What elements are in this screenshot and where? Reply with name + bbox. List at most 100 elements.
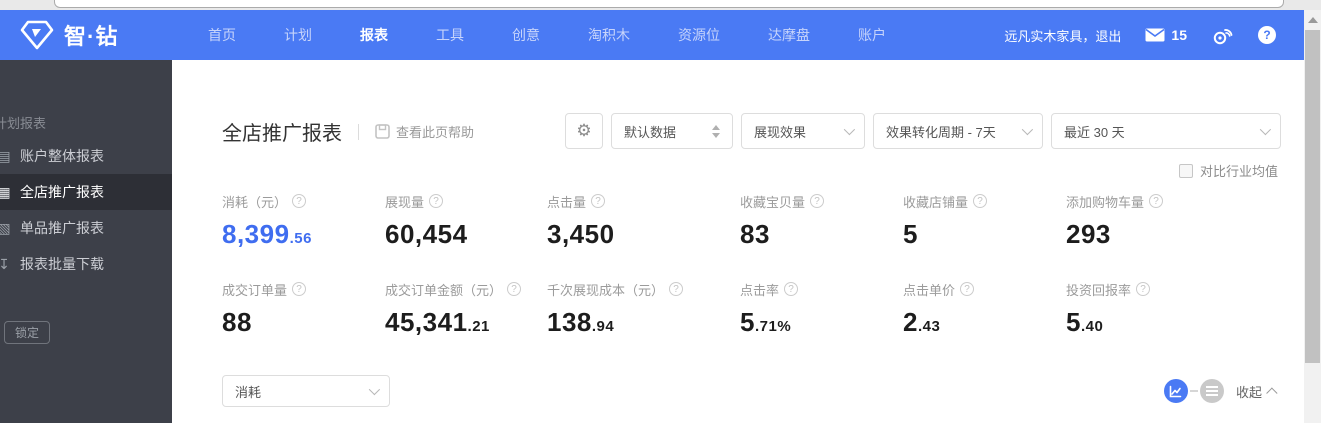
- question-tooltip-icon[interactable]: ?: [591, 194, 606, 208]
- metric-label-text: 成交订单金额（元）: [385, 282, 503, 298]
- weibo-icon[interactable]: [1211, 25, 1234, 45]
- compare-industry-checkbox-row[interactable]: 对比行业均值: [1178, 161, 1278, 180]
- question-tooltip-icon[interactable]: ?: [507, 282, 522, 296]
- sort-arrows-icon: [712, 124, 720, 138]
- question-tooltip-icon[interactable]: ?: [292, 194, 307, 208]
- line-chart-icon: [1170, 385, 1182, 397]
- metric-label: 投资回报率 ?: [1066, 280, 1282, 298]
- chart-metric-value: 消耗: [235, 384, 262, 400]
- metric-value-int: 5: [903, 219, 918, 249]
- question-tooltip-icon[interactable]: ?: [973, 194, 988, 208]
- mail-count-badge: 15: [1171, 27, 1187, 43]
- page-help-link[interactable]: 查看此页帮助: [375, 122, 474, 141]
- metric-label: 消耗（元） ?: [222, 192, 385, 210]
- compare-industry-checkbox[interactable]: [1178, 163, 1193, 178]
- metric-value: 5.40: [1066, 307, 1282, 338]
- top-navbar: 智·钻 首页 计划 报表 工具 创意 淘积木 资源位 达摩盘 账户 远凡实木家具…: [0, 10, 1304, 60]
- question-tooltip-icon[interactable]: ?: [669, 282, 684, 296]
- app-logo[interactable]: 智·钻: [20, 19, 170, 51]
- metric-cell: 千次展现成本（元） ? 138.94: [547, 280, 740, 342]
- nav-item[interactable]: 资源位: [654, 25, 744, 45]
- metric-value-int: 45,341: [385, 307, 468, 337]
- chart-view-toggles: 收起: [1163, 379, 1278, 403]
- account-logout-link[interactable]: 远凡实木家具，退出: [1004, 26, 1121, 45]
- data-mode-select[interactable]: 默认数据: [611, 113, 733, 149]
- metric-cell: 点击单价 ? 2.43: [903, 280, 1066, 342]
- sidebar: 计划报表 ▤ 账户整体报表 ▦ 全店推广报表 ▧ 单品推广报表 ↧ 报表批量下载…: [0, 60, 172, 423]
- collapse-control[interactable]: 收起: [1236, 382, 1278, 401]
- metric-label: 展现量 ?: [385, 192, 547, 210]
- chart-metric-select[interactable]: 消耗: [222, 375, 390, 407]
- metric-value-int: 5: [1066, 307, 1081, 337]
- date-range-select[interactable]: 最近 30 天: [1051, 113, 1281, 149]
- chevron-down-icon: [1021, 123, 1034, 136]
- nav-item[interactable]: 淘积木: [564, 25, 654, 45]
- metric-cell: 成交订单量 ? 88: [222, 280, 385, 342]
- metric-value-int: 293: [1066, 219, 1111, 249]
- metric-label-text: 添加购物车量: [1066, 194, 1145, 210]
- nav-item[interactable]: 达摩盘: [744, 25, 834, 45]
- metric-value: 60,454: [385, 219, 547, 250]
- nav-item[interactable]: 工具: [412, 25, 488, 45]
- metric-cell: 收藏宝贝量 ? 83: [740, 192, 903, 254]
- metric-label: 收藏店铺量 ?: [903, 192, 1066, 210]
- help-icon[interactable]: ?: [1258, 26, 1276, 44]
- metric-label: 成交订单金额（元） ?: [385, 280, 547, 298]
- metric-label: 千次展现成本（元） ?: [547, 280, 740, 298]
- metric-value-decimal: .21: [467, 318, 490, 335]
- effect-type-select[interactable]: 展现效果: [741, 113, 865, 149]
- sidebar-item[interactable]: ↧ 报表批量下载: [0, 246, 172, 282]
- report-icon: ▦: [0, 183, 11, 200]
- question-tooltip-icon[interactable]: ?: [960, 282, 975, 296]
- main-nav: 首页 计划 报表 工具 创意 淘积木 资源位 达摩盘 账户: [184, 25, 910, 45]
- report-icon: ▤: [0, 147, 11, 164]
- nav-item[interactable]: 首页: [184, 25, 260, 45]
- sidebar-menu: ▤ 账户整体报表 ▦ 全店推广报表 ▧ 单品推广报表 ↧ 报表批量下载: [0, 138, 172, 282]
- question-tooltip-icon[interactable]: ?: [292, 282, 307, 296]
- question-tooltip-icon[interactable]: ?: [1149, 194, 1164, 208]
- line-chart-view-toggle[interactable]: [1163, 379, 1188, 403]
- vertical-scrollbar[interactable]: [1304, 10, 1321, 423]
- metric-value-int: 5: [740, 307, 755, 337]
- navbar-right: 远凡实木家具，退出 15 ?: [1004, 25, 1276, 45]
- question-tooltip-icon[interactable]: ?: [810, 194, 825, 208]
- metric-cell: 添加购物车量 ? 293: [1066, 192, 1282, 254]
- scrollbar-up-arrow-icon[interactable]: [1308, 17, 1318, 23]
- conversion-period-value: 效果转化周期 - 7天: [886, 124, 996, 140]
- metric-cell: 投资回报率 ? 5.40: [1066, 280, 1282, 342]
- settings-gear-button[interactable]: ⚙: [565, 113, 603, 149]
- metric-cell: 点击率 ? 5.71%: [740, 280, 903, 342]
- chart-toolbar: 消耗 收起: [172, 375, 1278, 407]
- table-view-toggle[interactable]: [1199, 379, 1224, 403]
- nav-item[interactable]: 计划: [260, 25, 336, 45]
- conversion-period-select[interactable]: 效果转化周期 - 7天: [873, 113, 1043, 149]
- sidebar-item-label: 账户整体报表: [20, 148, 104, 164]
- question-tooltip-icon[interactable]: ?: [784, 282, 799, 296]
- nav-item[interactable]: 报表: [336, 25, 412, 45]
- sidebar-section-plan-reports: 计划报表: [0, 115, 47, 131]
- sidebar-item[interactable]: ▦ 全店推广报表: [0, 174, 172, 210]
- metric-label-text: 展现量: [385, 194, 425, 210]
- metrics-grid: 消耗（元） ? 8,399.56 展现量 ? 60,454 点击量 ? 3,45…: [222, 192, 1282, 342]
- metric-cell: 成交订单金额（元） ? 45,341.21: [385, 280, 547, 342]
- sidebar-item[interactable]: ▧ 单品推广报表: [0, 210, 172, 246]
- metric-label-text: 点击单价: [903, 282, 956, 298]
- nav-item[interactable]: 创意: [488, 25, 564, 45]
- metric-value: 83: [740, 219, 903, 250]
- metric-value: 2.43: [903, 307, 1066, 338]
- metric-label-text: 收藏宝贝量: [740, 194, 806, 210]
- metric-value-int: 83: [740, 219, 770, 249]
- lock-button[interactable]: 锁定: [4, 321, 50, 344]
- metric-label: 点击量 ?: [547, 192, 740, 210]
- metric-label: 点击单价 ?: [903, 280, 1066, 298]
- metric-label: 点击率 ?: [740, 280, 903, 298]
- mail-notification[interactable]: 15: [1145, 27, 1187, 43]
- scrollbar-thumb[interactable]: [1305, 30, 1320, 363]
- question-tooltip-icon[interactable]: ?: [429, 194, 444, 208]
- sidebar-item[interactable]: ▤ 账户整体报表: [0, 138, 172, 174]
- nav-item[interactable]: 账户: [834, 25, 910, 45]
- metric-value: 138.94: [547, 307, 740, 338]
- metric-value: 45,341.21: [385, 307, 547, 338]
- question-tooltip-icon[interactable]: ?: [1136, 282, 1151, 296]
- mail-icon: [1145, 28, 1165, 42]
